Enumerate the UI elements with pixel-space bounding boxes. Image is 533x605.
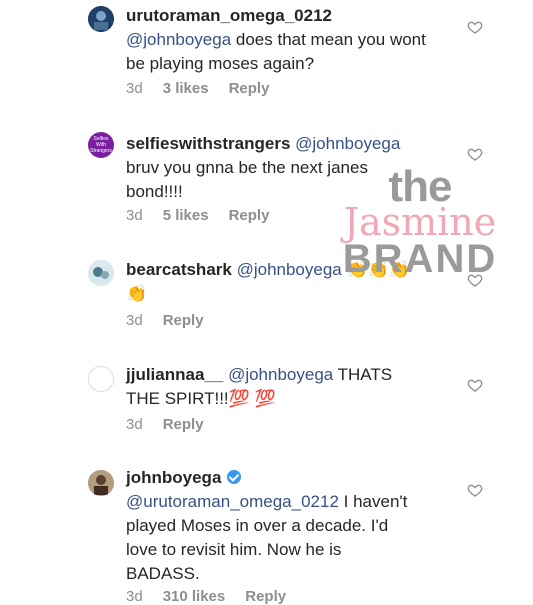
avatar[interactable] [88, 366, 114, 392]
avatar[interactable] [88, 260, 114, 286]
reply-button[interactable]: Reply [229, 207, 270, 224]
mention-link[interactable]: @johnboyega [126, 30, 231, 49]
verified-badge-icon [227, 470, 242, 484]
comment-meta: 3d Reply [126, 416, 204, 433]
avatar-image-icon [88, 6, 114, 32]
avatar-image-icon [88, 470, 114, 496]
avatar[interactable] [88, 6, 114, 32]
avatar[interactable]: Selfies With Strangers [88, 132, 114, 158]
heart-icon[interactable] [467, 19, 483, 35]
mention-link[interactable]: @johnboyega [228, 365, 333, 384]
avatar-text: Selfies With Strangers [90, 136, 112, 154]
watermark-logo: the Jasmine BRAND [330, 165, 510, 281]
heart-icon[interactable] [467, 482, 483, 498]
comment-username[interactable]: selfieswithstrangers [126, 134, 290, 153]
comment-time: 3d [126, 80, 143, 97]
comment-meta: 3d Reply [126, 312, 204, 329]
likes-count[interactable]: 310 likes [163, 588, 226, 605]
avatar[interactable] [88, 470, 114, 496]
comment-username[interactable]: bearcatshark [126, 260, 232, 279]
heart-icon[interactable] [467, 377, 483, 393]
likes-count[interactable]: 5 likes [163, 207, 209, 224]
comment-body: urutoraman_omega_0212 @johnboyega does t… [126, 4, 426, 76]
reply-button[interactable]: Reply [163, 416, 204, 433]
reply-button[interactable]: Reply [163, 312, 204, 329]
avatar-image-icon [88, 260, 114, 286]
comment-meta: 3d 3 likes Reply [126, 80, 269, 97]
comment-time: 3d [126, 312, 143, 329]
likes-count[interactable]: 3 likes [163, 80, 209, 97]
comment-body: johnboyega @urutoraman_omega_0212 I have… [126, 466, 416, 586]
watermark-line: BRAND [342, 237, 498, 281]
reply-button[interactable]: Reply [229, 80, 270, 97]
mention-link[interactable]: @urutoraman_omega_0212 [126, 492, 339, 511]
heart-icon[interactable] [467, 146, 483, 162]
mention-link[interactable]: @johnboyega [237, 260, 342, 279]
reply-button[interactable]: Reply [245, 588, 286, 605]
comment-body: jjuliannaa__ @johnboyega THATS THE SPIRT… [126, 363, 426, 411]
comment-meta: 3d 5 likes Reply [126, 207, 269, 224]
comment-time: 3d [126, 207, 143, 224]
watermark-line: Jasmine [343, 200, 497, 244]
comment-time: 3d [126, 416, 143, 433]
mention-link[interactable]: @johnboyega [295, 134, 400, 153]
comment-username[interactable]: jjuliannaa__ [126, 365, 223, 384]
comment-username[interactable]: johnboyega [126, 468, 221, 487]
comment-username[interactable]: urutoraman_omega_0212 [126, 6, 332, 25]
comment-time: 3d [126, 588, 143, 605]
comment-meta: 3d 310 likes Reply [126, 588, 286, 605]
